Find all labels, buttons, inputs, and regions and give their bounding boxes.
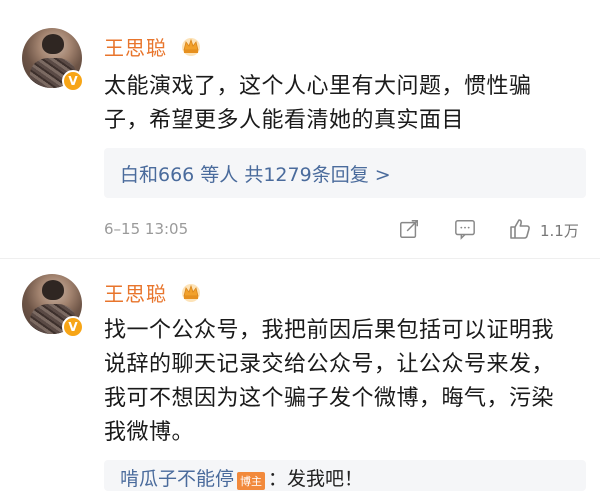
reply-preview-user[interactable]: 啃瓜子不能停 bbox=[120, 468, 234, 490]
comment-text: 找一个公众号，我把前因后果包括可以证明我说辞的聊天记录交给公众号，让公众号来发，… bbox=[104, 318, 555, 445]
reply-preview-text: ：发我吧！ bbox=[268, 468, 364, 490]
like-icon[interactable] bbox=[508, 217, 532, 241]
comment-text: 太能演戏了，这个人心里有大问题，惯性骗子，希望更多人能看清她的真实面目 bbox=[104, 74, 532, 133]
author-tag: 博主 bbox=[237, 471, 266, 490]
crown-icon bbox=[182, 284, 200, 302]
verified-badge-icon: V bbox=[62, 70, 84, 92]
username[interactable]: 王思聪 bbox=[104, 32, 167, 61]
verified-badge-icon: V bbox=[62, 316, 84, 338]
comment-item: V 王思聪 太能演戏了，这个人心里有大问题，惯性骗子，希望更多人能看清她的真实面… bbox=[0, 0, 600, 258]
username[interactable]: 王思聪 bbox=[104, 278, 167, 307]
reply-summary-box[interactable]: 白和666 等人 共1279条回复 > bbox=[104, 148, 586, 198]
comment-timestamp: 6–15 13:05 bbox=[104, 220, 189, 238]
comment-icon[interactable] bbox=[454, 218, 476, 240]
reply-summary-link[interactable]: 白和666 等人 共1279条回复 > bbox=[120, 160, 391, 187]
crown-icon bbox=[182, 38, 200, 56]
like-count: 1.1万 bbox=[540, 222, 579, 240]
share-icon[interactable] bbox=[398, 218, 420, 240]
comment-item: V 王思聪 找一个公众号，我把前因后果包括可以证明我说辞的聊天记录交给公众号，让… bbox=[0, 258, 600, 491]
reply-preview-box[interactable]: 啃瓜子不能停 博主 ：发我吧！ bbox=[104, 460, 586, 491]
